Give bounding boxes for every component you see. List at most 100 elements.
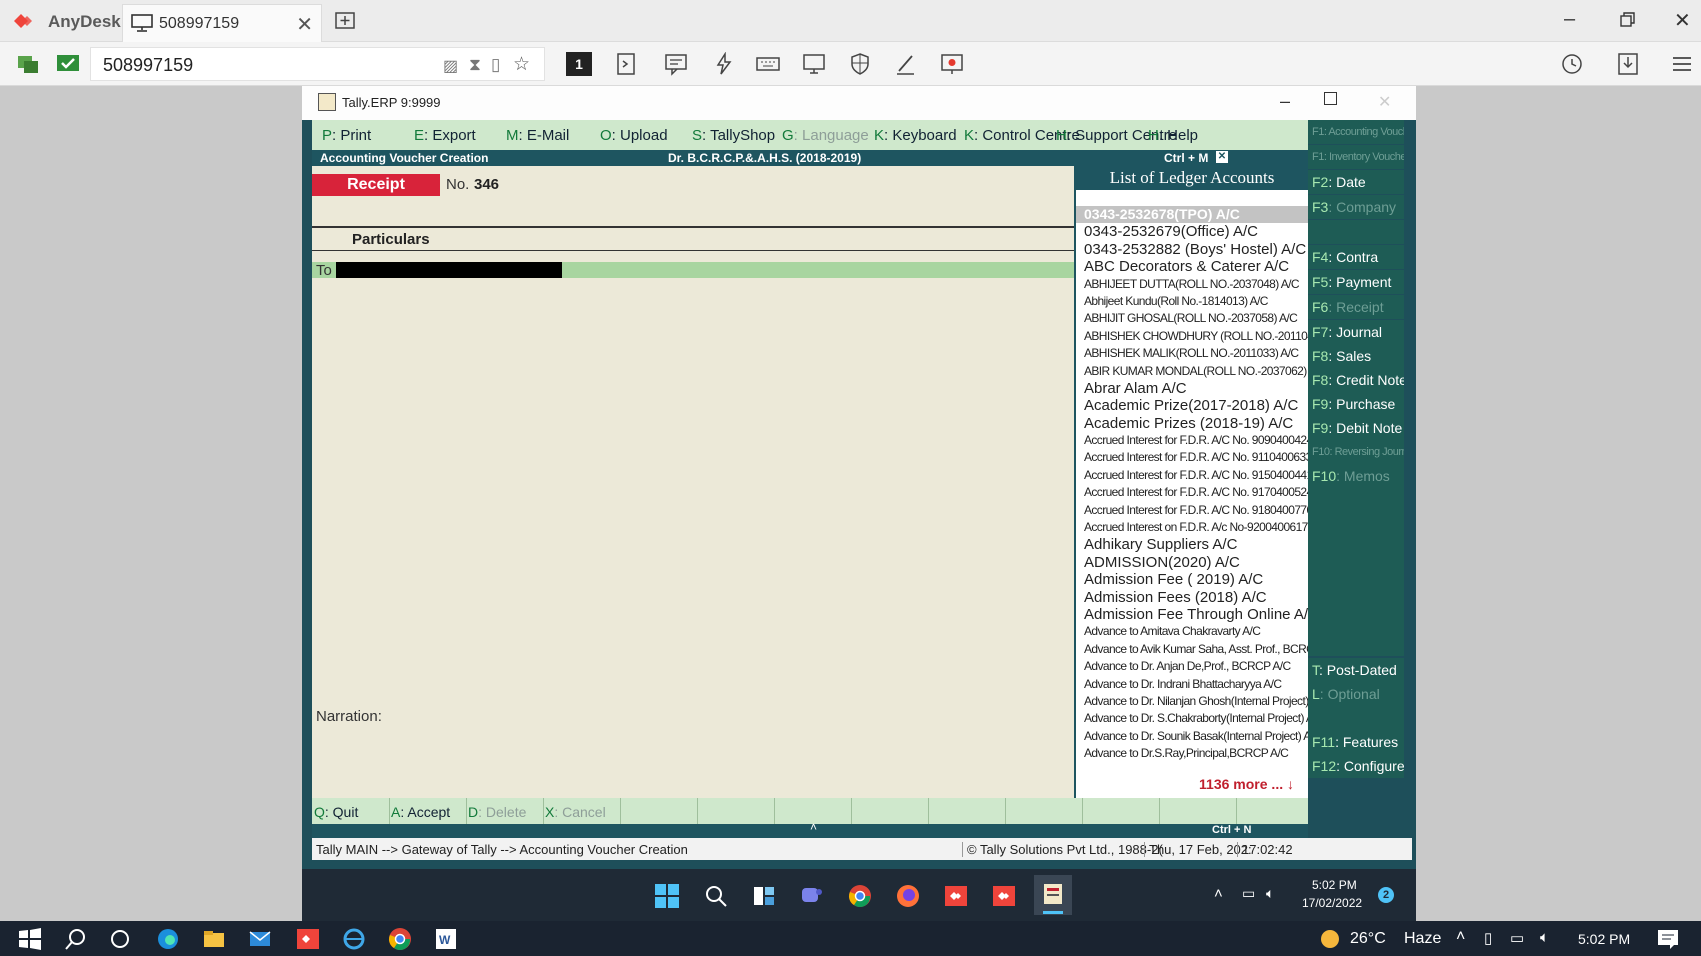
weather-condition[interactable]: Haze [1404, 930, 1441, 948]
function-key-button[interactable]: F9: Debit Note [1308, 416, 1404, 440]
session-tab[interactable]: 508997159 ✕ [122, 4, 322, 42]
ledger-list-item[interactable]: Academic Prizes (2018-19) A/C [1076, 415, 1308, 432]
ledger-list-item[interactable]: Admission Fee Through Online A/C [1076, 606, 1308, 623]
function-key-button[interactable]: F8: Credit Note [1308, 368, 1404, 392]
voucher-type-badge[interactable]: Receipt [312, 174, 440, 196]
ledger-list-item[interactable]: Advance to Dr. Indrani Bhattacharyya A/C [1076, 676, 1308, 693]
volume-icon[interactable]: 🔈︎ [1266, 885, 1274, 902]
show-hidden-icons-icon[interactable]: ˄ [1214, 885, 1223, 902]
ledger-list-item[interactable]: ABHIJEET DUTTA(ROLL NO.-2037048) A/C [1076, 276, 1308, 293]
ledger-list-item[interactable]: Academic Prize(2017-2018) A/C [1076, 397, 1308, 414]
remote-clock-time[interactable]: 5:02 PM [1312, 878, 1357, 892]
ledger-list-item[interactable]: ABHIJIT GHOSAL(ROLL NO.-2037058) A/C [1076, 310, 1308, 327]
mail-icon[interactable] [248, 927, 272, 951]
bottom-button[interactable]: X: Cancel [545, 804, 606, 820]
notification-center-icon[interactable] [1656, 927, 1680, 951]
battery-icon[interactable]: ▯ [1484, 929, 1492, 947]
anydesk-taskbar-icon[interactable] [296, 927, 320, 951]
menu-item[interactable]: M: E-Mail [506, 127, 569, 144]
ledger-list-item[interactable]: Abrar Alam A/C [1076, 380, 1308, 397]
chat-icon[interactable] [664, 52, 688, 76]
menu-item[interactable]: E: Export [414, 127, 476, 144]
hamburger-menu-icon[interactable] [1670, 52, 1694, 76]
ledger-list-item[interactable]: Advance to Dr.S.Ray,Principal,BCRCP A/C [1076, 745, 1308, 762]
bottom-button[interactable]: Q: Quit [314, 804, 358, 820]
search-icon[interactable] [64, 927, 88, 951]
close-window-icon[interactable]: ✕ [1674, 8, 1691, 33]
show-hidden-icons-icon[interactable]: ˄ [1456, 928, 1465, 946]
ledger-list-item[interactable]: Accrued Interest for F.D.R. A/C No. 9090… [1076, 432, 1308, 449]
ledger-list-item[interactable]: Accrued Interest for F.D.R. A/C No. 9180… [1076, 502, 1308, 519]
function-key-button[interactable]: F1: Inventory Vouchers [1308, 145, 1404, 169]
windows-start-icon[interactable] [18, 927, 42, 951]
close-screen-icon[interactable]: ✕ [1216, 151, 1228, 163]
send-file-icon[interactable] [614, 52, 638, 76]
scroll-up-icon[interactable]: ˄ [810, 820, 817, 834]
notification-badge[interactable]: 2 [1378, 887, 1394, 903]
function-key-button[interactable]: F7: Journal [1308, 320, 1404, 344]
ledger-list-item[interactable]: Accrued Interest on F.D.R. A/c No-920040… [1076, 519, 1308, 536]
function-key-button[interactable]: F10: Reversing Journal [1308, 440, 1404, 464]
function-key-button[interactable]: F9: Purchase [1308, 392, 1404, 416]
ledger-list-item[interactable]: Adhikary Suppliers A/C [1076, 536, 1308, 553]
monitor-1-icon[interactable]: 1 [566, 52, 592, 76]
function-key-button[interactable]: F4: Contra [1308, 245, 1404, 269]
ledger-list-item[interactable]: Advance to Amitava Chakravarty A/C [1076, 623, 1308, 640]
tally-maximize-icon[interactable] [1324, 92, 1337, 105]
ledger-list-item[interactable]: Admission Fees (2018) A/C [1076, 589, 1308, 606]
menu-item[interactable]: P: Print [322, 127, 371, 144]
ledger-list-item-selected[interactable]: 0343-2532678(TPO) A/C [1076, 206, 1308, 224]
action-lightning-icon[interactable] [712, 52, 736, 76]
firefox-icon[interactable] [896, 884, 920, 908]
menu-item[interactable]: O: Upload [600, 127, 668, 144]
ledger-list-item[interactable]: Advance to Dr. Anjan De,Prof., BCRCP A/C [1076, 658, 1308, 675]
ledger-list-item[interactable]: Advance to Dr. S.Chakraborty(Internal Pr… [1076, 710, 1308, 727]
chrome-icon[interactable] [848, 884, 872, 908]
network-icon[interactable]: ▭ [1510, 929, 1524, 947]
display-icon[interactable] [802, 52, 826, 76]
teams-chat-icon[interactable] [800, 884, 824, 908]
close-tab-icon[interactable]: ✕ [296, 12, 313, 37]
new-tab-icon[interactable] [334, 10, 356, 32]
function-key-button[interactable]: F5: Payment [1308, 270, 1404, 294]
function-key-button[interactable]: F8: Sales [1308, 344, 1404, 368]
windows-start-icon[interactable] [654, 883, 680, 909]
ledger-list-item[interactable]: Accrued Interest for F.D.R. A/C No. 9170… [1076, 484, 1308, 501]
to-row[interactable]: To [312, 262, 1074, 279]
ledger-list-item[interactable]: Admission Fee ( 2019) A/C [1076, 571, 1308, 588]
bottom-button[interactable]: A: Accept [391, 804, 450, 820]
ledger-list-item[interactable]: 0343-2532679(Office) A/C [1076, 223, 1308, 240]
function-key-button[interactable]: F2: Date [1308, 170, 1404, 194]
privacy-icon[interactable]: ▨ [443, 56, 458, 76]
remote-clock-date[interactable]: 17/02/2022 [1302, 896, 1362, 910]
function-key-button[interactable]: L: Optional [1308, 682, 1404, 706]
keyboard-icon[interactable] [756, 52, 780, 76]
file-explorer-icon[interactable] [202, 927, 226, 951]
function-key-button[interactable]: F3: Company [1308, 195, 1404, 219]
minimize-icon[interactable]: – [1564, 8, 1575, 31]
ledger-list-item[interactable]: ABIR KUMAR MONDAL(ROLL NO.-2037062) A/C [1076, 363, 1308, 380]
ledger-list-item[interactable]: ABC Decorators & Caterer A/C [1076, 258, 1308, 275]
task-view-icon[interactable] [752, 884, 776, 908]
bottom-button[interactable]: D: Delete [468, 804, 526, 820]
cortana-icon[interactable] [108, 927, 132, 951]
function-key-button[interactable]: F12: Configure [1308, 754, 1404, 778]
function-key-button[interactable]: F11: Features [1308, 730, 1404, 754]
ledger-list-item[interactable]: Abhijeet Kundu(Roll No.-1814013) A/C [1076, 293, 1308, 310]
ledger-list-item[interactable]: 0343-2532882 (Boys' Hostel) A/C [1076, 241, 1308, 258]
history-icon[interactable] [1560, 52, 1584, 76]
redacted-ledger-field[interactable] [336, 262, 562, 278]
hourglass-icon[interactable]: ⧗ [469, 55, 481, 75]
menu-item[interactable]: H: Help [1148, 127, 1198, 144]
ledger-list-item[interactable]: ADMISSION(2020) A/C [1076, 554, 1308, 571]
ledger-list-item[interactable]: Advance to Dr. Sounik Basak(Internal Pro… [1076, 728, 1308, 745]
function-key-button[interactable]: F1: Accounting Vouchers [1308, 120, 1404, 144]
word-pad-icon[interactable]: W [434, 927, 458, 951]
voucher-no-value[interactable]: 346 [474, 176, 499, 193]
weather-temperature[interactable]: 26°C [1350, 930, 1386, 948]
favorite-star-icon[interactable]: ☆ [513, 53, 530, 76]
ledger-list-item[interactable]: Advance to Dr. Nilanjan Ghosh(Internal P… [1076, 693, 1308, 710]
disk-icon[interactable]: ▯ [491, 55, 500, 75]
tally-close-icon[interactable]: ✕ [1378, 92, 1391, 112]
ledger-list-item[interactable]: ABHISHEK CHOWDHURY (ROLL NO.-2011042) A/… [1076, 328, 1308, 345]
